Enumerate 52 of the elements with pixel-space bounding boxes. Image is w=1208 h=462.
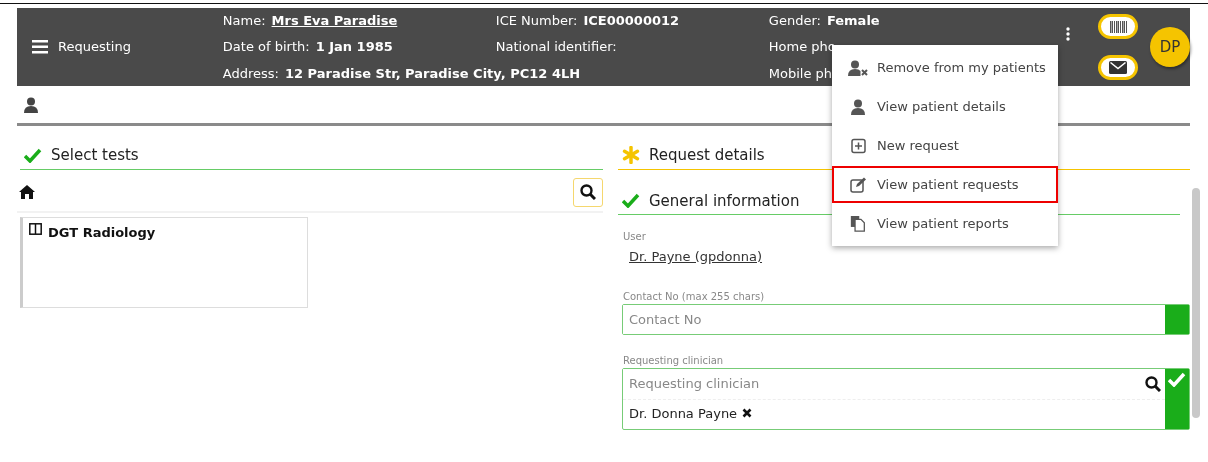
- field-label: Date of birth:: [222, 39, 310, 55]
- edit-icon: [849, 176, 867, 193]
- menu-item[interactable]: New request: [832, 127, 1058, 164]
- search-icon: [1145, 375, 1161, 392]
- check-icon: [622, 193, 640, 209]
- field-label: National identifier:: [495, 39, 617, 55]
- field-value: 12 Paradise Str, Paradise City, PC12 4LH: [285, 65, 581, 81]
- clinician-field[interactable]: Requesting clinician Dr. Donna Payne: [622, 368, 1190, 430]
- field-value: Female: [826, 12, 880, 28]
- person-icon: [851, 98, 865, 115]
- barcode-icon: [1109, 20, 1127, 33]
- menu-item[interactable]: View patient requests: [832, 166, 1058, 203]
- section-title: General information: [649, 190, 800, 212]
- field-label: Mobile ph: [768, 65, 833, 81]
- field-label: Contact No (max 255 chars): [623, 289, 766, 304]
- field-label: User: [623, 230, 647, 244]
- patient-name-link[interactable]: Mrs Eva Paradise: [271, 12, 398, 28]
- user-link[interactable]: Dr. Payne (gpdonna): [629, 247, 762, 267]
- menu-item[interactable]: View patient reports: [832, 205, 1058, 242]
- test-group-name: DGT Radiology: [48, 223, 156, 242]
- barcode-button[interactable]: [1098, 14, 1139, 39]
- book-icon: [29, 222, 42, 235]
- page-title: Requesting: [58, 38, 131, 57]
- field-label: Gender:: [768, 12, 821, 28]
- email-button[interactable]: [1098, 55, 1139, 80]
- user-remove-icon: [848, 59, 868, 76]
- more-icon: [1066, 27, 1071, 41]
- plus-square-icon: [850, 137, 866, 154]
- section-title: Select tests: [51, 145, 139, 166]
- menu-item[interactable]: Remove from my patients: [832, 49, 1058, 86]
- envelope-icon: [1109, 61, 1128, 74]
- field-label: Name:: [222, 12, 266, 28]
- documents-icon: [850, 215, 866, 232]
- search-icon: [580, 184, 596, 200]
- field-value: ICE00000012: [583, 12, 680, 28]
- menu-icon: [32, 40, 48, 54]
- valid-indicator: [1165, 304, 1189, 334]
- check-icon: [1168, 372, 1186, 387]
- person-icon: [24, 96, 38, 113]
- search-button[interactable]: [573, 177, 603, 207]
- selected-clinician: Dr. Donna Payne: [629, 404, 738, 423]
- user-avatar[interactable]: DP: [1150, 27, 1190, 67]
- section-title: Request details: [649, 145, 765, 166]
- field-label: Address:: [222, 65, 279, 81]
- check-icon: [24, 147, 42, 163]
- menu-item[interactable]: View patient details: [832, 88, 1058, 125]
- asterisk-icon: [622, 146, 640, 165]
- field-label: ICE Number:: [495, 12, 578, 28]
- field-label: Requesting clinician: [623, 354, 725, 368]
- remove-icon: [742, 408, 753, 419]
- home-icon: [19, 185, 35, 199]
- field-value: 1 Jan 1985: [315, 39, 393, 55]
